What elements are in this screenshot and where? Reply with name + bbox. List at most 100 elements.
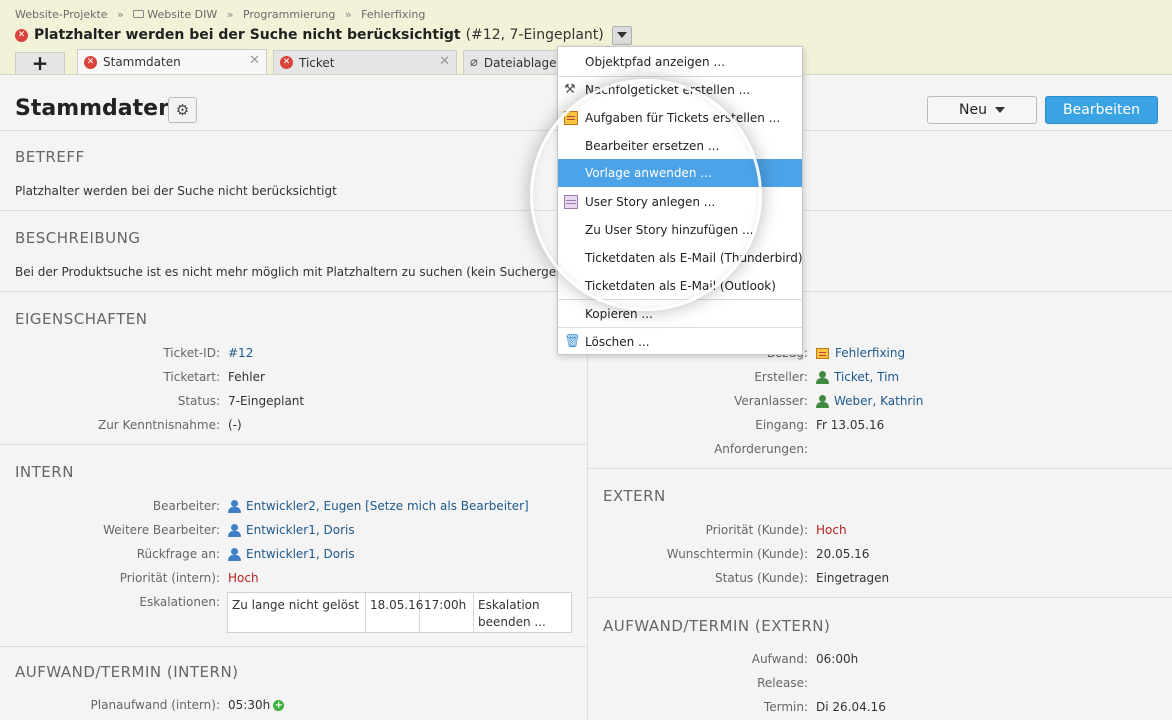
menu-item-label: Nachfolgeticket erstellen ... [585,83,751,97]
termin-value: Di 26.04.16 [816,700,886,714]
user-story-icon [564,195,578,209]
menu-item-label: Ticketdaten als E-Mail (Outlook) [585,279,776,293]
add-icon[interactable]: + [273,699,285,711]
menu-item-label: Objektpfad anzeigen ... [585,55,725,69]
field-label: Aufwand: [751,652,808,666]
field-label: Status: [177,394,220,408]
breadcrumb-item[interactable]: Website DIW [147,8,217,21]
tab-label: Stammdaten [103,55,181,69]
field-label: Weitere Bearbeiter: [103,523,220,537]
paperclip-icon: ⌀ [470,55,478,70]
breadcrumb-item[interactable]: Website-Projekte [15,8,108,21]
menu-item-label: Zu User Story hinzufügen ... [585,223,754,237]
breadcrumb-item[interactable]: Fehlerfixing [361,8,425,21]
tab-dateiablage[interactable]: ⌀ Dateiablage [463,50,563,74]
tab-ticket[interactable]: ✕ Ticket ✕ [273,50,457,74]
add-tab-button[interactable]: + [15,52,65,74]
menu-item-email-thunderbird[interactable]: Ticketdaten als E-Mail (Thunderbird) [558,244,803,272]
rueckfrage-link[interactable]: Entwickler1, Doris [246,547,355,561]
folder-icon [133,10,145,18]
field-label: Zur Kenntnisnahme: [97,418,220,432]
field-label: Termin: [763,700,808,714]
ersteller-value[interactable]: Ticket, Tim [816,370,899,384]
menu-item-bearbeiter-ersetzen[interactable]: Bearbeiter ersetzen ... [558,132,802,160]
wunschtermin-value: 20.05.16 [816,547,870,561]
aufwand-value: 06:00h [816,652,859,666]
eskalation-beenden-link[interactable]: Eskalation beenden ... [474,593,571,632]
page-title: Stammdaten [15,96,174,121]
actions-dropdown-button[interactable] [611,25,632,45]
folder-icon [816,347,829,359]
menu-item-user-story-anlegen[interactable]: User Story anlegen ... [558,188,802,216]
ersteller-link[interactable]: Ticket, Tim [834,370,899,384]
status-value: 7-Eingeplant [228,394,305,408]
user-icon [228,499,241,513]
veranlasser-link[interactable]: Weber, Kathrin [834,394,923,408]
field-label: Priorität (Kunde): [705,523,808,537]
ticket-meta: (#12, 7-Eingeplant) [465,27,604,43]
menu-item-vorlage-anwenden[interactable]: Vorlage anwenden ... [558,159,802,187]
trash-icon: 🗑 [564,334,581,349]
menu-item-label: Aufgaben für Tickets erstellen ... [585,111,781,125]
ticketart-value: Fehler [228,370,265,384]
weitere-bearbeiter-link[interactable]: Entwickler1, Doris [246,523,355,537]
eskalation-time: 17:00h [420,593,474,632]
eskalation-date: 18.05.16 [366,593,423,632]
chevron-down-icon [616,32,627,38]
field-label: Status (Kunde): [715,571,808,585]
rueckfrage-value[interactable]: Entwickler1, Doris [228,547,355,561]
veranlasser-value[interactable]: Weber, Kathrin [816,394,923,408]
user-icon [228,523,241,537]
new-button[interactable]: Neu [927,96,1037,124]
menu-item-kopieren[interactable]: Kopieren ... [558,300,802,328]
tab-stammdaten[interactable]: ✕ Stammdaten ✕ [77,49,267,74]
menu-item-label: Kopieren ... [585,307,653,321]
bezug-value[interactable]: Fehlerfixing [816,346,905,360]
ticket-id-value[interactable]: #12 [228,346,253,360]
eingang-value: Fr 13.05.16 [816,418,885,432]
close-icon[interactable]: ✕ [249,53,260,68]
menu-item-objektpfad[interactable]: Objektpfad anzeigen ... [558,48,802,76]
field-label: Anforderungen: [714,442,808,456]
menu-item-nachfolgeticket[interactable]: ⚒ Nachfolgeticket erstellen ... [558,76,802,104]
field-label: Bearbeiter: [152,499,220,513]
error-status-icon: ✕ [15,28,28,42]
tab-label: Dateiablage [483,55,557,70]
ticket-title: Platzhalter werden bei der Suche nicht b… [34,27,461,43]
chevron-down-icon [994,107,1005,113]
menu-item-loeschen[interactable]: 🗑 Löschen ... [558,328,802,356]
breadcrumb-item[interactable]: Programmierung [243,8,335,21]
section-heading-beschreibung: BESCHREIBUNG [15,229,141,247]
close-icon[interactable]: ✕ [439,54,450,69]
field-label: Veranlasser: [734,394,808,408]
weitere-bearbeiter-value[interactable]: Entwickler1, Doris [228,523,355,537]
beschreibung-text: Bei der Produktsuche ist es nicht mehr m… [15,265,586,279]
bearbeiter-link[interactable]: Entwickler2, Eugen [Setze mich als Bearb… [246,499,529,513]
error-status-icon: ✕ [280,56,293,69]
divider [588,468,1172,469]
breadcrumb-separator: » [117,8,124,21]
planaufwand-text: 05:30h [228,698,271,712]
divider [0,646,587,647]
section-heading-aufwand-intern: AUFWAND/TERMIN (INTERN) [15,663,239,681]
menu-item-aufgaben[interactable]: Aufgaben für Tickets erstellen ... [558,104,802,132]
prioritaet-intern-value: Hoch [228,571,259,585]
status-kunde-value: Eingetragen [816,571,890,585]
section-heading-aufwand-extern: AUFWAND/TERMIN (EXTERN) [603,617,831,635]
actions-menu: Objektpfad anzeigen ... ⚒ Nachfolgeticket… [557,46,803,355]
user-icon [228,547,241,561]
menu-item-label: User Story anlegen ... [585,195,716,209]
settings-button[interactable]: ⚙ [168,97,197,123]
new-button-label: Neu [959,102,987,118]
field-label: Priorität (intern): [119,571,220,585]
menu-item-email-outlook[interactable]: Ticketdaten als E-Mail (Outlook) [558,272,802,300]
user-icon [816,370,829,384]
field-label: Ersteller: [754,370,808,384]
bearbeiter-value[interactable]: Entwickler2, Eugen [Setze mich als Bearb… [228,499,529,513]
bezug-link[interactable]: Fehlerfixing [835,346,905,360]
field-label: Ticketart: [163,370,220,384]
menu-item-user-story-hinzufuegen[interactable]: Zu User Story hinzufügen ... [558,216,802,244]
tab-bar: + ✕ Stammdaten ✕ ✕ Ticket ✕ ⌀ Dateiablag… [15,49,569,74]
menu-item-label: Löschen ... [585,335,650,349]
edit-button[interactable]: Bearbeiten [1045,96,1158,124]
